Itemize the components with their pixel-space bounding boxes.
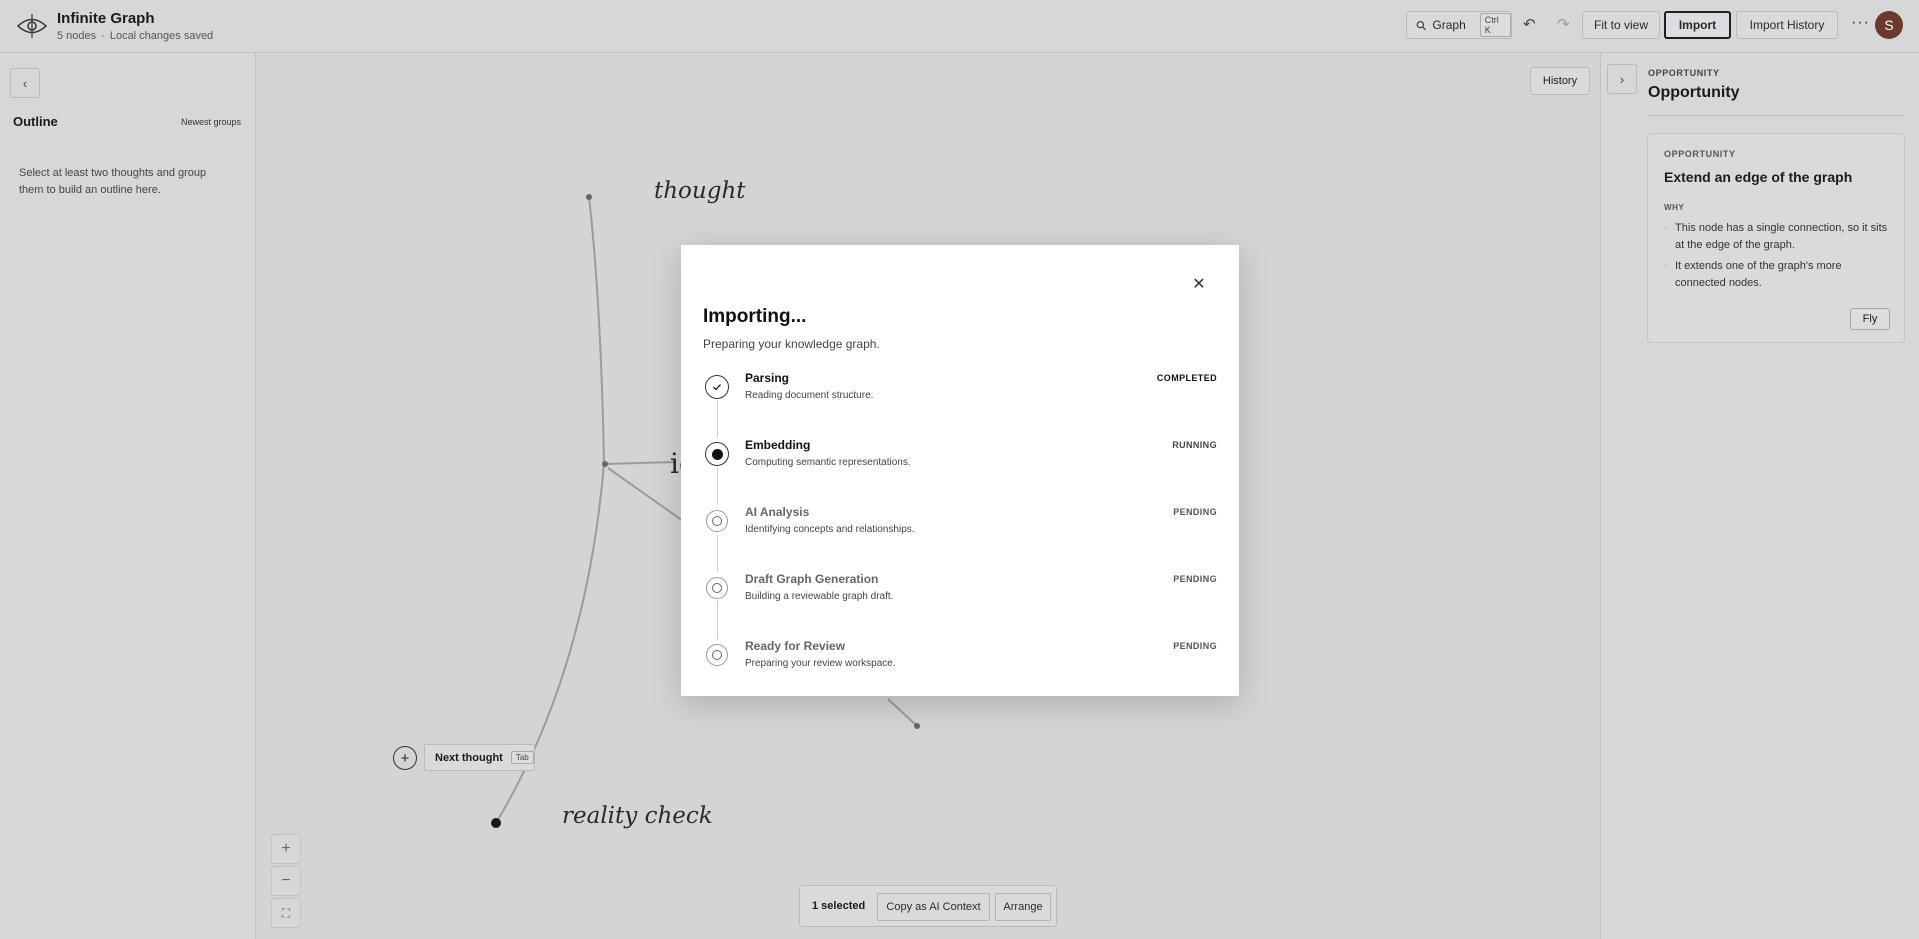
reason-item: It extends one of the graph's more conne… [1664,258,1894,292]
opportunity-card: OPPORTUNITY Extend an edge of the graph … [1647,133,1905,343]
pending-indicator-icon [706,577,728,599]
outline-title: Outline [13,114,58,129]
card-title: Extend an edge of the graph [1664,169,1853,185]
panel-kicker: OPPORTUNITY [1648,68,1720,78]
import-button[interactable]: Import [1664,11,1731,39]
step-parsing: Parsing Reading document structure. COMP… [703,371,1217,438]
user-avatar[interactable]: S [1875,11,1903,39]
zoom-in-icon[interactable]: + [271,834,301,864]
redo-icon[interactable]: ↷ [1557,15,1570,33]
node-thought-dot [586,194,592,200]
step-connector [717,467,718,505]
pending-indicator-icon [706,510,728,532]
fly-button[interactable]: Fly [1850,308,1890,330]
step-desc: Building a reviewable graph draft. [745,591,894,602]
history-button[interactable]: History [1530,67,1590,95]
node-thought-label[interactable]: thought [654,178,746,204]
step-name: Parsing [745,371,790,385]
next-thought-button[interactable]: Next thought Tab [424,744,535,771]
step-name: Embedding [745,438,811,452]
card-kicker: OPPORTUNITY [1664,149,1736,159]
step-ready-for-review: Ready for Review Preparing your review w… [703,639,1217,706]
step-status: COMPLETED [1156,373,1217,383]
import-progress-modal: ✕ Importing... Preparing your knowledge … [681,245,1239,696]
search-icon [1416,20,1426,30]
panel-title: Opportunity [1648,84,1740,101]
fullscreen-icon[interactable]: ⛶ [271,898,301,928]
step-status: PENDING [1173,507,1217,517]
arrange-button[interactable]: Arrange [995,893,1051,921]
top-bar: Infinite Graph 5 nodes · Local changes sav… [0,0,1919,53]
search-label: Graph [1432,18,1466,32]
graph-search-button[interactable]: Graph Ctrl K [1406,11,1512,39]
outline-panel: ‹ Outline Newest groups Select at least … [0,53,256,939]
fit-to-view-button[interactable]: Fit to view [1582,11,1660,39]
selection-bar: 1 selected Copy as AI Context Arrange [799,885,1057,927]
chevron-left-icon: ‹ [22,75,28,91]
node-center-dot [602,461,608,467]
copy-ai-context-button[interactable]: Copy as AI Context [877,893,990,921]
chevron-right-icon: › [1619,71,1625,87]
card-why-label: WHY [1664,203,1685,212]
save-status: Local changes saved [109,30,214,42]
step-connector [717,601,718,639]
modal-title: Importing... [703,306,807,327]
next-thought-shortcut: Tab [510,751,534,764]
step-ai-analysis: AI Analysis Identifying concepts and rel… [703,505,1217,572]
step-embedding: Embedding Computing semantic representat… [703,438,1217,505]
undo-icon[interactable]: ↶ [1523,15,1536,33]
step-desc: Reading document structure. [745,390,874,401]
card-reasons: This node has a single connection, so it… [1664,220,1894,296]
step-connector [717,400,718,438]
node-count: 5 nodes [57,30,97,42]
opportunity-panel: › OPPORTUNITY Opportunity OPPORTUNITY Ex… [1600,53,1919,939]
step-desc: Preparing your review workspace. [745,658,896,669]
check-icon [705,375,729,399]
step-connector [717,534,718,572]
step-draft-generation: Draft Graph Generation Building a review… [703,572,1217,639]
add-thought-icon[interactable]: + [393,746,417,770]
step-name: Draft Graph Generation [745,572,879,586]
node-reality-label[interactable]: reality check [562,803,713,829]
search-shortcut: Ctrl K [1479,13,1511,37]
app-logo-icon [16,14,48,38]
step-status: PENDING [1173,641,1217,651]
node-lower-right-dot [914,723,920,729]
panel-divider [1648,115,1905,116]
step-desc: Identifying concepts and relationships. [745,524,915,535]
edge-center-thought [588,196,605,465]
edge-center-idea [603,461,677,465]
step-name: AI Analysis [745,505,810,519]
step-name: Ready for Review [745,639,846,653]
import-history-button[interactable]: Import History [1736,11,1838,39]
step-status: PENDING [1173,574,1217,584]
outline-sort-toggle[interactable]: Newest groups [181,117,241,127]
step-desc: Computing semantic representations. [745,457,911,468]
app-title: Infinite Graph [57,10,155,27]
graph-status: 5 nodes · Local changes saved [57,30,214,42]
next-thought-label: Next thought [435,751,503,764]
reason-item: This node has a single connection, so it… [1664,220,1894,254]
node-reality-dot [491,818,501,828]
collapse-left-panel-button[interactable]: ‹ [10,68,40,98]
close-icon[interactable]: ✕ [1189,274,1209,294]
outline-empty-state: Select at least two thoughts and group t… [19,167,207,196]
more-options-icon[interactable]: ··· [1851,14,1870,32]
selection-count: 1 selected [812,900,866,912]
zoom-out-icon[interactable]: − [271,866,301,896]
step-status: RUNNING [1172,440,1217,450]
collapse-right-panel-button[interactable]: › [1607,64,1637,94]
pending-indicator-icon [706,644,728,666]
running-indicator-icon [705,442,729,466]
modal-subtitle: Preparing your knowledge graph. [703,337,880,351]
